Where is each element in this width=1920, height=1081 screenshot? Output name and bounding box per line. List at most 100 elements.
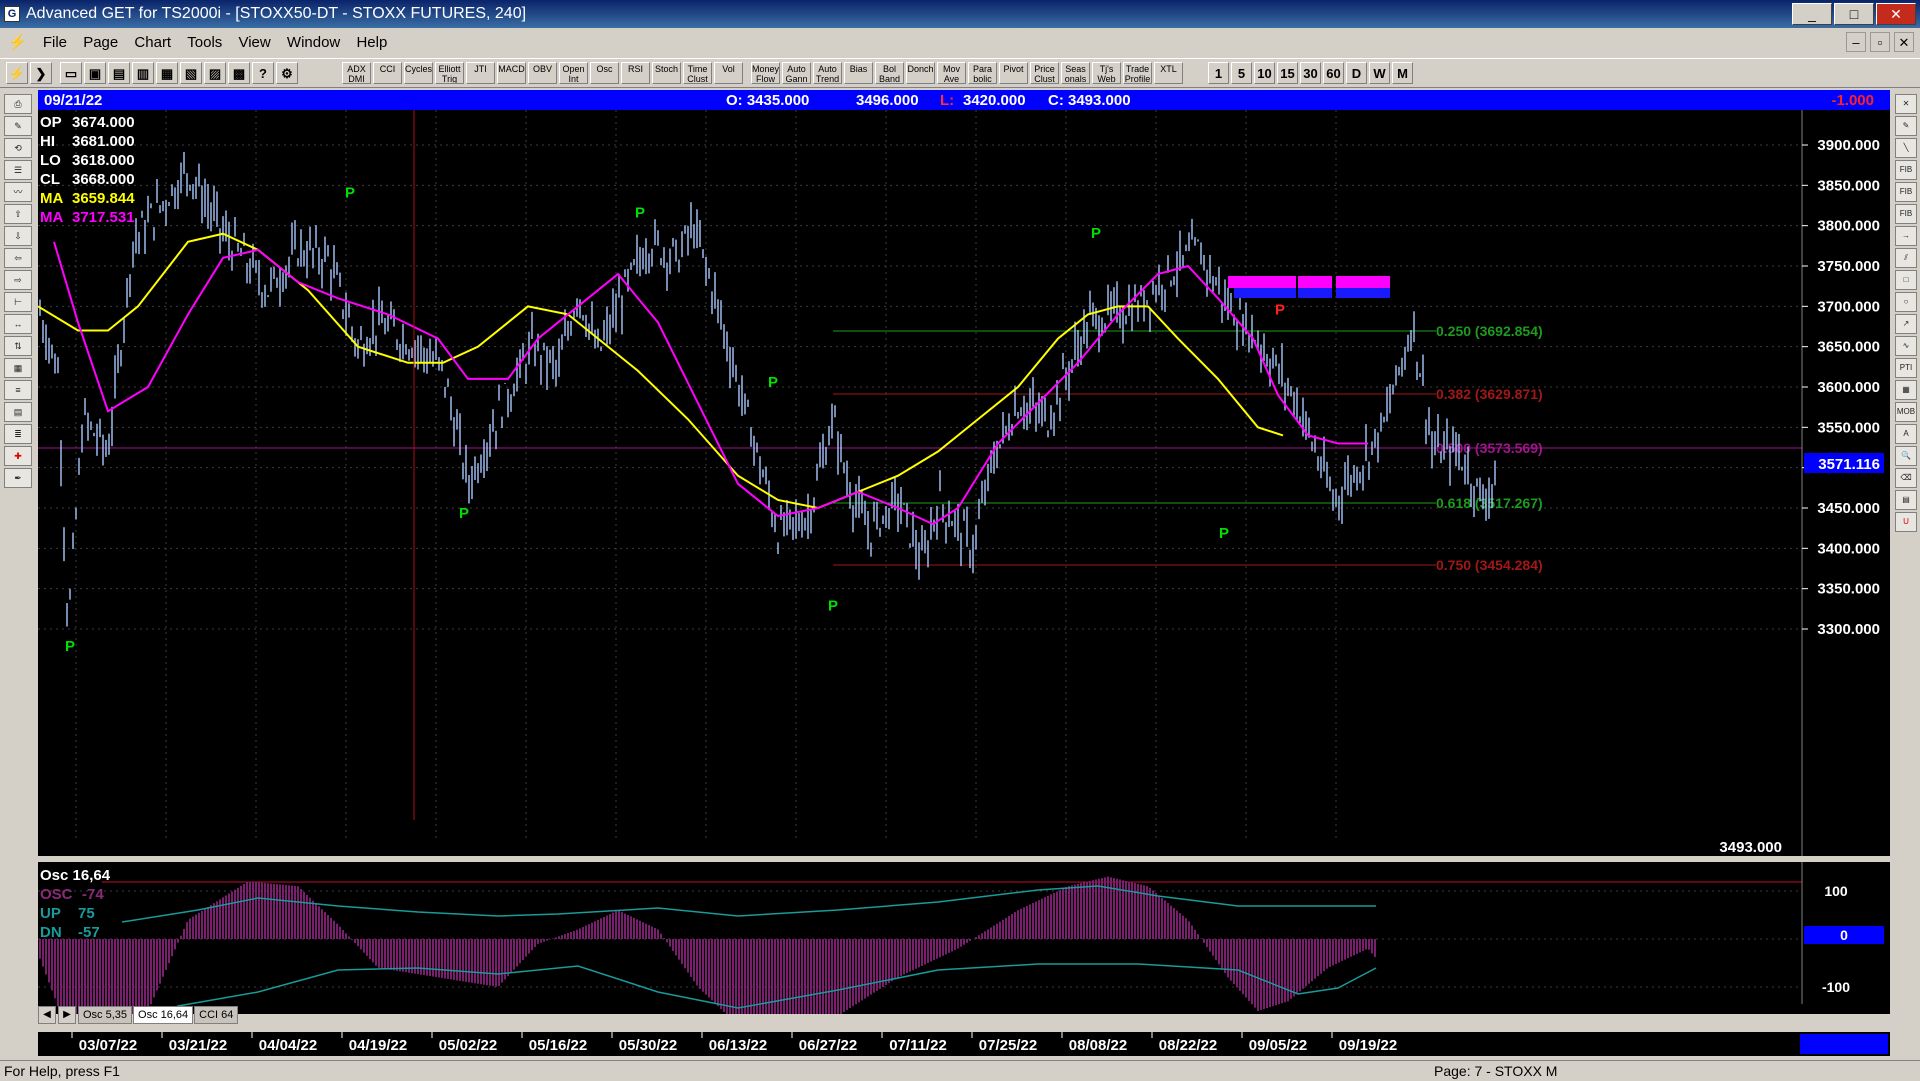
- indicator-button-6[interactable]: OBV: [528, 62, 557, 84]
- up-arrow-tool-icon[interactable]: ⇧: [4, 204, 32, 224]
- indicator-button-15[interactable]: Auto Trend: [813, 62, 842, 84]
- down-arrow-tool-icon[interactable]: ⇩: [4, 226, 32, 246]
- undo-tool-icon[interactable]: U: [1895, 512, 1917, 532]
- indicator-button-21[interactable]: Pivot: [999, 62, 1028, 84]
- indicator-button-13[interactable]: Money Flow: [751, 62, 780, 84]
- doc-icon[interactable]: ⚡: [8, 34, 27, 51]
- chart-canvas[interactable]: 09/21/22 O: 3435.000 3496.000 L: 3420.00…: [37, 90, 1890, 1081]
- menu-help[interactable]: Help: [356, 34, 387, 51]
- toolbar-icon-8[interactable]: ▨: [204, 62, 226, 84]
- indicator-button-8[interactable]: Osc: [590, 62, 619, 84]
- indicator-button-24[interactable]: Tj's Web: [1092, 62, 1121, 84]
- menu-page[interactable]: Page: [83, 34, 118, 51]
- curve-tool-icon[interactable]: ∿: [1895, 336, 1917, 356]
- timeframe-button-W[interactable]: W: [1369, 62, 1390, 84]
- elliott-tool-icon[interactable]: ✎: [4, 116, 32, 136]
- report-tool-icon[interactable]: ▤: [1895, 490, 1917, 510]
- draw-tool-icon[interactable]: ↔: [4, 314, 32, 334]
- study-tool-icon[interactable]: ☰: [4, 160, 32, 180]
- toolbar-icon-10[interactable]: ?: [252, 62, 274, 84]
- fib-tool-icon[interactable]: ≣: [4, 424, 32, 444]
- menu-window[interactable]: Window: [287, 34, 340, 51]
- chart-area[interactable]: 09/21/22 O: 3435.000 3496.000 L: 3420.00…: [37, 90, 1890, 1081]
- indicator-button-9[interactable]: RSI: [621, 62, 650, 84]
- grid-tool-icon[interactable]: ▦: [4, 358, 32, 378]
- indicator-button-18[interactable]: Donch: [906, 62, 935, 84]
- text-tool-icon[interactable]: A: [1895, 424, 1917, 444]
- zoom-tool-icon[interactable]: 🔍: [1895, 446, 1917, 466]
- lines-tool-icon[interactable]: ≡: [4, 380, 32, 400]
- indicator-button-0[interactable]: ADX DMI: [342, 62, 371, 84]
- crosshair-tool-icon[interactable]: ✚: [4, 446, 32, 466]
- tab-osc-16-64[interactable]: Osc 16,64: [133, 1006, 194, 1024]
- indicator-button-20[interactable]: Para bolic: [968, 62, 997, 84]
- minimize-button[interactable]: _: [1792, 3, 1832, 25]
- left-arrow-tool-icon[interactable]: ⇦: [4, 248, 32, 268]
- indicator-button-11[interactable]: Time Clust: [683, 62, 712, 84]
- indicator-button-14[interactable]: Auto Gann: [782, 62, 811, 84]
- indicator-button-4[interactable]: JTI: [466, 62, 495, 84]
- mdi-restore-button[interactable]: ▫: [1870, 32, 1890, 52]
- pti-tool-icon[interactable]: PTI: [1895, 358, 1917, 378]
- toolbar-icon-2[interactable]: ▭: [60, 62, 82, 84]
- indicator-button-23[interactable]: Seas onals: [1061, 62, 1090, 84]
- timeframe-button-15[interactable]: 15: [1277, 62, 1298, 84]
- arrow-tool-icon[interactable]: →: [1895, 226, 1917, 246]
- maximize-button[interactable]: □: [1834, 3, 1874, 25]
- line-tool-icon[interactable]: ╲: [1895, 138, 1917, 158]
- timeframe-button-30[interactable]: 30: [1300, 62, 1321, 84]
- indicator-button-5[interactable]: MACD: [497, 62, 526, 84]
- pen-tool-icon[interactable]: ✎: [1895, 116, 1917, 136]
- gann-tool-icon[interactable]: ▤: [4, 402, 32, 422]
- toolbar-icon-6[interactable]: ▦: [156, 62, 178, 84]
- timeframe-button-1[interactable]: 1: [1208, 62, 1229, 84]
- tab-scroll-right[interactable]: ▶: [58, 1006, 76, 1024]
- indicator-button-25[interactable]: Trade Profile: [1123, 62, 1152, 84]
- timeframe-button-10[interactable]: 10: [1254, 62, 1275, 84]
- toolbar-icon-3[interactable]: ▣: [84, 62, 106, 84]
- toolbar-icon-4[interactable]: ▤: [108, 62, 130, 84]
- grid-tool-icon[interactable]: ▦: [1895, 380, 1917, 400]
- elliott-wave-tool-icon[interactable]: 〰: [4, 182, 32, 202]
- toolbar-icon-7[interactable]: ▧: [180, 62, 202, 84]
- timeframe-button-5[interactable]: 5: [1231, 62, 1252, 84]
- tab-cci-64[interactable]: CCI 64: [194, 1006, 239, 1024]
- timeframe-button-60[interactable]: 60: [1323, 62, 1344, 84]
- timeframe-button-D[interactable]: D: [1346, 62, 1367, 84]
- close-button[interactable]: ✕: [1876, 3, 1916, 25]
- mdi-minimize-button[interactable]: –: [1846, 32, 1866, 52]
- toolbar-icon-0[interactable]: ⚡: [6, 62, 28, 84]
- ray-tool-icon[interactable]: ↗: [1895, 314, 1917, 334]
- toolbar-icon-9[interactable]: ▩: [228, 62, 250, 84]
- menu-tools[interactable]: Tools: [187, 34, 222, 51]
- toolbar-icon-5[interactable]: ▥: [132, 62, 154, 84]
- fib-time-tool-icon[interactable]: FIB: [1895, 204, 1917, 224]
- indicator-button-19[interactable]: Mov Ave: [937, 62, 966, 84]
- paint-tool-icon[interactable]: ✒: [4, 468, 32, 488]
- fib-ret-tool-icon[interactable]: FIB: [1895, 160, 1917, 180]
- indicator-button-2[interactable]: Cycles: [404, 62, 433, 84]
- ruler-tool-icon[interactable]: ⊢: [4, 292, 32, 312]
- channel-tool-icon[interactable]: ⫽: [1895, 248, 1917, 268]
- cycle-tool-icon[interactable]: ⇅: [4, 336, 32, 356]
- indicator-button-16[interactable]: Bias: [844, 62, 873, 84]
- indicator-button-22[interactable]: Price Clust: [1030, 62, 1059, 84]
- toolbar-icon-11[interactable]: ⚙: [276, 62, 298, 84]
- mob-tool-icon[interactable]: MOB: [1895, 402, 1917, 422]
- indicator-button-7[interactable]: Open Int: [559, 62, 588, 84]
- indicator-button-1[interactable]: CCI: [373, 62, 402, 84]
- menu-chart[interactable]: Chart: [134, 34, 171, 51]
- box-tool-icon[interactable]: □: [1895, 270, 1917, 290]
- cross-tool-icon[interactable]: ✕: [1895, 94, 1917, 114]
- fib-ext-tool-icon[interactable]: FIB: [1895, 182, 1917, 202]
- timeframe-button-M[interactable]: M: [1392, 62, 1413, 84]
- indicator-button-10[interactable]: Stoch: [652, 62, 681, 84]
- menu-file[interactable]: File: [43, 34, 67, 51]
- tab-osc-5-35[interactable]: Osc 5,35: [78, 1006, 133, 1024]
- ellipse-tool-icon[interactable]: ○: [1895, 292, 1917, 312]
- mdi-close-button[interactable]: ✕: [1894, 32, 1914, 52]
- right-arrow-tool-icon[interactable]: ⇨: [4, 270, 32, 290]
- indicator-button-26[interactable]: XTL: [1154, 62, 1183, 84]
- panel-splitter[interactable]: [38, 856, 1890, 862]
- indicator-button-17[interactable]: Bol Band: [875, 62, 904, 84]
